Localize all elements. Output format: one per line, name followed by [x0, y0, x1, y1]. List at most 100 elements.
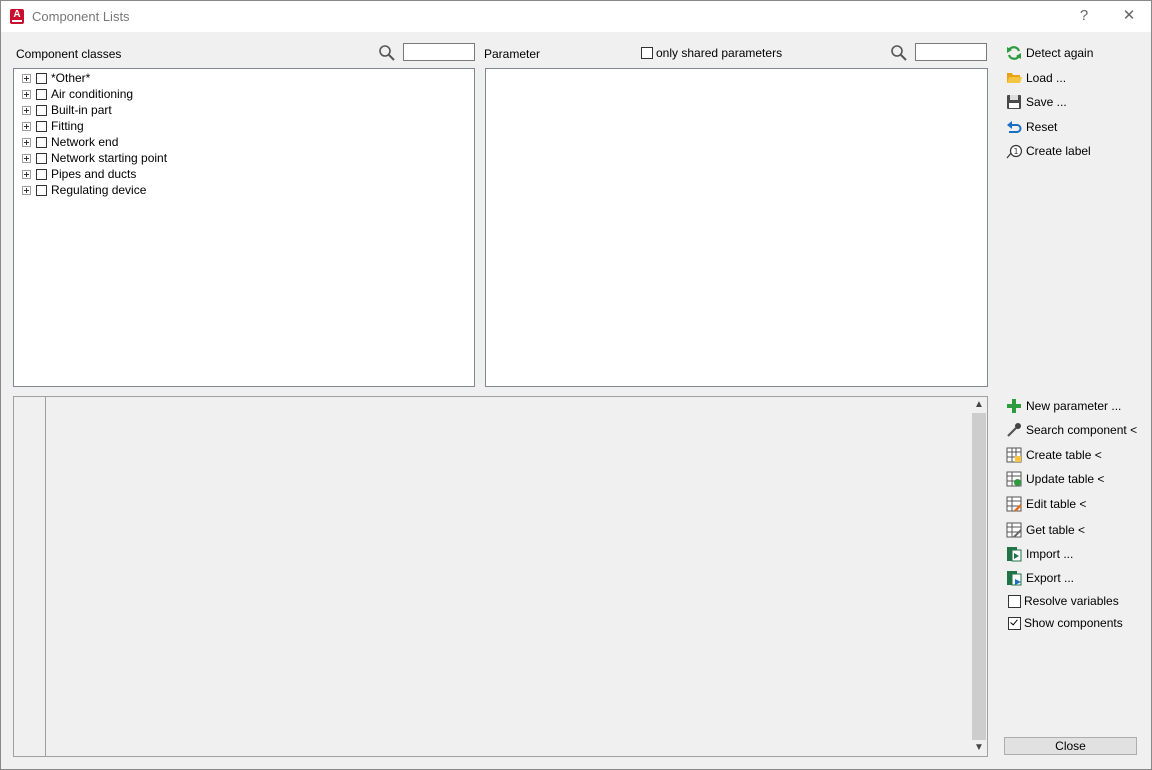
component-classes-search-input[interactable]: [403, 43, 475, 61]
expand-icon[interactable]: [22, 105, 31, 115]
save-icon: [1005, 93, 1023, 111]
tree-item-checkbox[interactable]: [36, 120, 47, 132]
import-label: Import ...: [1026, 547, 1074, 561]
search-component-button[interactable]: Search component <: [1005, 420, 1137, 440]
scrollbar-thumb[interactable]: [972, 413, 986, 740]
parameter-search-input[interactable]: [915, 43, 987, 61]
load-button[interactable]: Load ...: [1005, 68, 1066, 88]
show-components-checkbox[interactable]: Show components: [1008, 615, 1123, 631]
scroll-up-icon[interactable]: ▲: [971, 397, 987, 413]
show-components-label: Show components: [1024, 616, 1123, 630]
save-button[interactable]: Save ...: [1005, 92, 1067, 112]
get-table-button[interactable]: Get table <: [1005, 520, 1085, 540]
tree-item-checkbox[interactable]: [36, 136, 47, 148]
expand-icon[interactable]: [22, 169, 31, 179]
expand-icon[interactable]: [22, 89, 31, 99]
help-button[interactable]: ?: [1074, 7, 1094, 25]
get-table-label: Get table <: [1026, 523, 1086, 537]
close-button[interactable]: Close: [1004, 737, 1137, 755]
component-table-grid[interactable]: ▲ ▼: [13, 396, 988, 757]
only-shared-parameters-label: only shared parameters: [656, 46, 783, 60]
reset-button[interactable]: Reset: [1005, 117, 1057, 137]
label-icon: 1: [1005, 142, 1023, 160]
create-table-label: Create table <: [1026, 448, 1102, 462]
resolve-variables-box[interactable]: [1008, 594, 1021, 608]
only-shared-parameters-checkbox[interactable]: only shared parameters: [641, 46, 782, 60]
refresh-icon: [1005, 44, 1023, 62]
tree-item[interactable]: *Other*: [22, 70, 90, 86]
tree-item[interactable]: Regulating device: [22, 182, 146, 198]
edit-table-label: Edit table <: [1026, 497, 1087, 511]
import-icon: [1005, 545, 1023, 563]
reset-label: Reset: [1026, 120, 1058, 134]
detect-again-button[interactable]: Detect again: [1005, 43, 1093, 63]
tree-item[interactable]: Network end: [22, 134, 118, 150]
edit-table-icon: [1005, 495, 1023, 513]
tree-item-label: *Other*: [51, 71, 91, 85]
get-table-icon: [1005, 521, 1023, 539]
edit-table-button[interactable]: Edit table <: [1005, 494, 1086, 514]
scroll-down-icon[interactable]: ▼: [971, 740, 987, 756]
component-classes-label: Component classes: [16, 47, 122, 61]
component-lists-dialog: A Component Lists ? ✕ Component classes …: [0, 0, 1152, 770]
tree-item-checkbox[interactable]: [36, 184, 47, 196]
tree-item-label: Network starting point: [51, 151, 168, 165]
search-component-label: Search component <: [1026, 423, 1138, 437]
window-title: Component Lists: [32, 9, 130, 24]
new-parameter-button[interactable]: New parameter ...: [1005, 396, 1121, 416]
export-button[interactable]: Export ...: [1005, 568, 1074, 588]
search-icon[interactable]: [890, 44, 908, 62]
tree-item-checkbox[interactable]: [36, 152, 47, 164]
search-icon[interactable]: [378, 44, 396, 62]
export-label: Export ...: [1026, 571, 1075, 585]
tree-item-label: Network end: [51, 135, 119, 149]
parameter-label: Parameter: [484, 47, 541, 61]
show-components-box[interactable]: [1008, 616, 1021, 630]
create-label-button[interactable]: 1 Create label: [1005, 141, 1091, 161]
create-label-label: Create label: [1026, 144, 1091, 158]
tree-item[interactable]: Air conditioning: [22, 86, 133, 102]
update-table-label: Update table <: [1026, 472, 1105, 486]
expand-icon[interactable]: [22, 185, 31, 195]
vertical-scrollbar[interactable]: ▲ ▼: [971, 397, 987, 756]
title-bar: A Component Lists ? ✕: [1, 1, 1151, 32]
autocad-app-icon: A: [10, 9, 24, 24]
create-table-icon: [1005, 446, 1023, 464]
tree-item[interactable]: Pipes and ducts: [22, 166, 136, 182]
tree-item[interactable]: Built-in part: [22, 102, 112, 118]
resolve-variables-label: Resolve variables: [1024, 594, 1119, 608]
tree-item-checkbox[interactable]: [36, 168, 47, 180]
load-label: Load ...: [1026, 71, 1067, 85]
import-button[interactable]: Import ...: [1005, 544, 1073, 564]
tree-item-checkbox[interactable]: [36, 72, 47, 84]
tree-item-label: Pipes and ducts: [51, 167, 137, 181]
resolve-variables-checkbox[interactable]: Resolve variables: [1008, 593, 1119, 609]
eyedropper-icon: [1005, 421, 1023, 439]
expand-icon[interactable]: [22, 121, 31, 131]
tree-item-label: Built-in part: [51, 103, 112, 117]
close-window-button[interactable]: ✕: [1119, 7, 1139, 25]
svg-text:1: 1: [1013, 147, 1018, 156]
expand-icon[interactable]: [22, 73, 31, 83]
tree-item-checkbox[interactable]: [36, 104, 47, 116]
tree-item[interactable]: Fitting: [22, 118, 84, 134]
tree-item-checkbox[interactable]: [36, 88, 47, 100]
detect-again-label: Detect again: [1026, 46, 1094, 60]
expand-icon[interactable]: [22, 153, 31, 163]
tree-item[interactable]: Network starting point: [22, 150, 167, 166]
only-shared-checkbox-box[interactable]: [641, 47, 653, 59]
tree-item-label: Regulating device: [51, 183, 147, 197]
parameter-list[interactable]: [485, 68, 988, 387]
component-classes-tree[interactable]: *Other* Air conditioning Built-in part F…: [13, 68, 475, 387]
plus-icon: [1005, 397, 1023, 415]
folder-open-icon: [1005, 69, 1023, 87]
create-table-button[interactable]: Create table <: [1005, 445, 1102, 465]
expand-icon[interactable]: [22, 137, 31, 147]
update-table-button[interactable]: Update table <: [1005, 469, 1104, 489]
grid-row-header: [14, 397, 46, 756]
tree-item-label: Air conditioning: [51, 87, 134, 101]
new-parameter-label: New parameter ...: [1026, 399, 1122, 413]
undo-icon: [1005, 118, 1023, 136]
update-table-icon: [1005, 470, 1023, 488]
export-icon: [1005, 569, 1023, 587]
